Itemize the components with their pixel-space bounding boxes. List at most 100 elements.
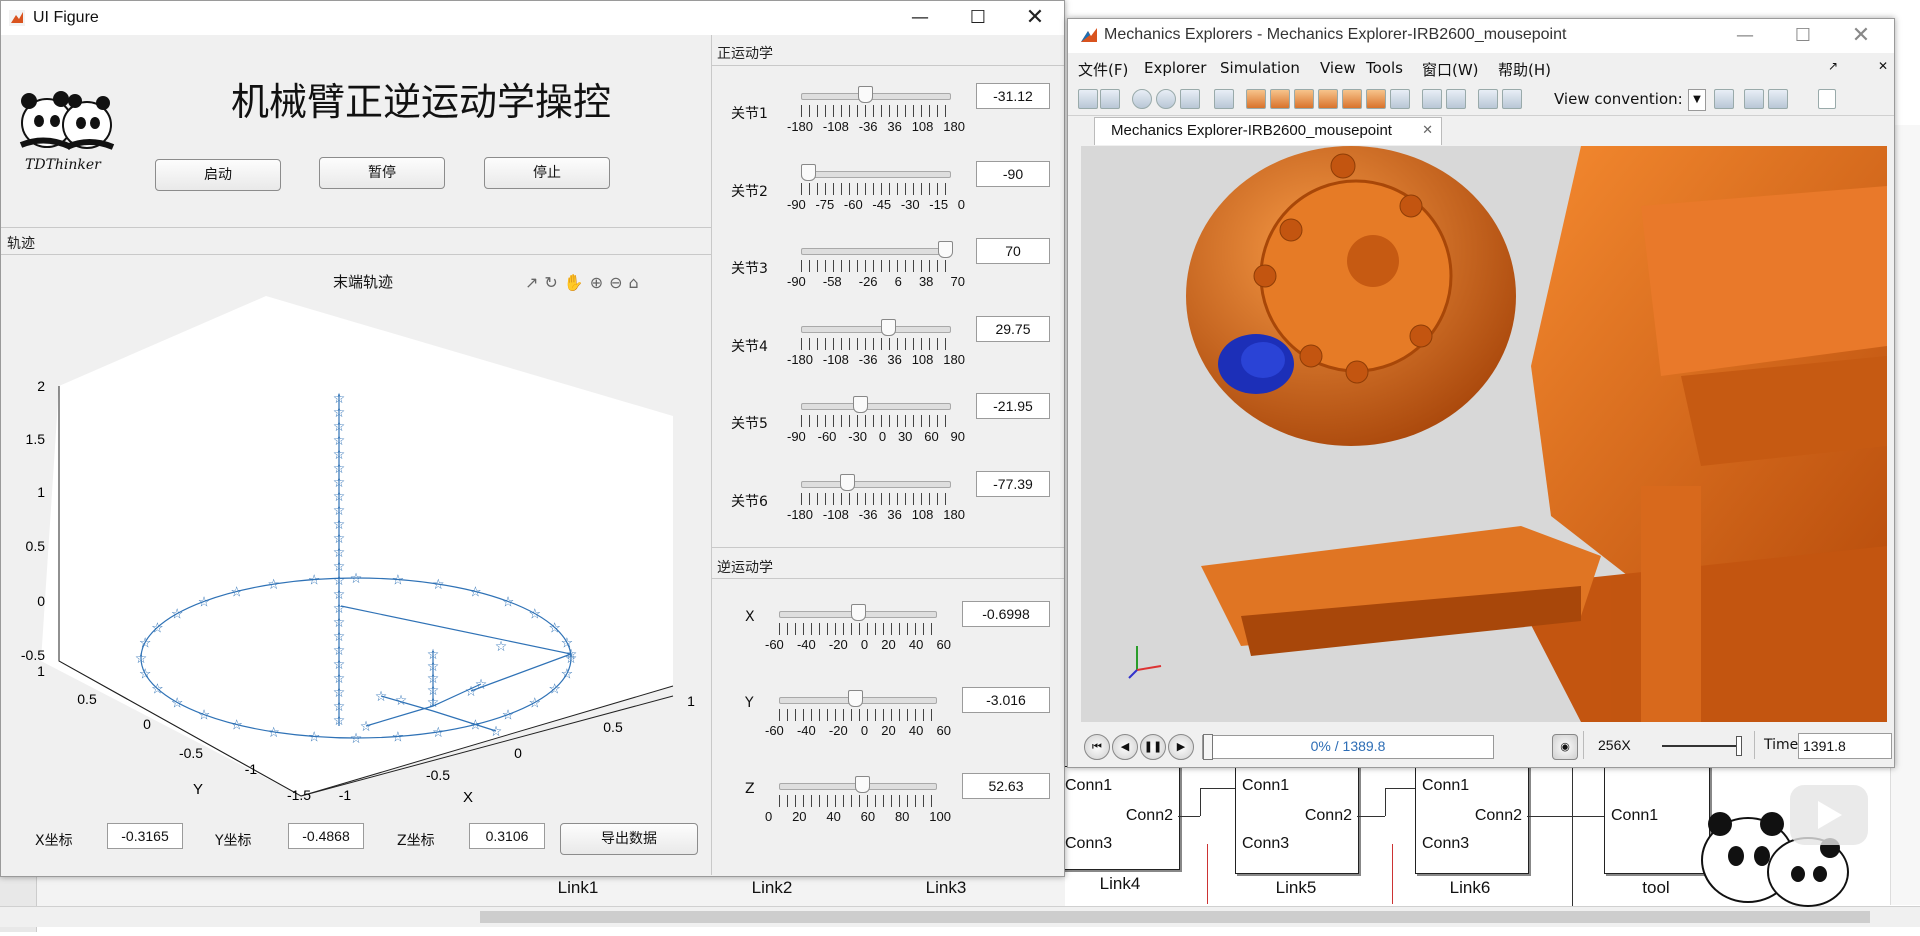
inverse-axis-2-value-field[interactable]: -3.016: [962, 687, 1050, 713]
joint-4-value-field[interactable]: 29.75: [976, 315, 1050, 342]
trajectory-3d-plot[interactable]: 2 1.5 1 0.5 0 -0.5 1 0.5 0 -0.5 -1 -1.5 -1 -0.5 0 0.5…: [1, 286, 711, 816]
joint-3-value-field[interactable]: 70: [976, 238, 1050, 264]
select-icon[interactable]: [1744, 89, 1764, 109]
joint-5-slider[interactable]: -90 -60 -30 0 30 60 90: [787, 396, 965, 447]
joint-5-value-field[interactable]: -21.95: [976, 393, 1050, 419]
slider-thumb[interactable]: [857, 86, 873, 103]
inverse-axis-2-slider[interactable]: -60 -40 -20 0 20 40 60: [765, 690, 951, 741]
record-icon[interactable]: ◉: [1552, 734, 1578, 760]
camera-icon[interactable]: [1768, 89, 1788, 109]
simulink-block-link4[interactable]: Conn1 Conn2 Conn3: [1062, 766, 1180, 870]
close-icon[interactable]: ✕: [1832, 19, 1890, 53]
toolbar-icon[interactable]: [1714, 89, 1734, 109]
close-doc-icon[interactable]: ✕: [1878, 59, 1888, 73]
menu-explorer[interactable]: Explorer: [1144, 59, 1206, 77]
toolbar-icon[interactable]: [1502, 89, 1522, 109]
horizontal-scrollbar[interactable]: [0, 906, 1920, 927]
layout-icon[interactable]: [1422, 89, 1442, 109]
joint-3-slider[interactable]: -90 -58 -26 6 38 70: [787, 241, 965, 292]
slider-track[interactable]: [801, 480, 951, 488]
step-forward-icon[interactable]: ▶: [1168, 734, 1194, 760]
inverse-axis-1-slider[interactable]: -60 -40 -20 0 20 40 60: [765, 604, 951, 655]
joint-6-value-field[interactable]: -77.39: [976, 470, 1050, 497]
playback-progress-bar[interactable]: 0% / 1389.8: [1202, 734, 1494, 760]
pause-button[interactable]: 暂停: [319, 157, 445, 189]
toolbar-icon[interactable]: [1180, 89, 1200, 109]
minimize-icon[interactable]: —: [1716, 19, 1774, 53]
slider-track[interactable]: [801, 248, 951, 255]
slider-track[interactable]: [801, 170, 951, 178]
stop-icon[interactable]: [1156, 89, 1176, 109]
speed-slider-thumb[interactable]: [1736, 736, 1742, 756]
joint-6-slider[interactable]: -180 -108 -36 36 108 180: [787, 473, 965, 525]
maximize-icon[interactable]: ☐: [949, 1, 1007, 35]
simulink-block-link5[interactable]: Conn1 Conn2 Conn3: [1235, 766, 1359, 874]
toolbar-icon[interactable]: [1478, 89, 1498, 109]
toolbar-icon[interactable]: [1100, 89, 1120, 109]
view-convention-dropdown[interactable]: ▼: [1688, 89, 1706, 111]
view-top-icon[interactable]: [1342, 89, 1362, 109]
ui-figure-titlebar: UI Figure — ☐ ✕: [1, 1, 1064, 35]
slider-thumb[interactable]: [880, 318, 896, 336]
export-data-button[interactable]: 导出数据: [560, 823, 698, 855]
scrollbar-thumb[interactable]: [480, 911, 1870, 923]
panel-toggle-icon[interactable]: [1818, 89, 1836, 109]
y-coordinate-field[interactable]: -0.4868: [288, 823, 364, 849]
slider-thumb[interactable]: [850, 604, 866, 621]
menu-tools[interactable]: Tools: [1366, 59, 1403, 77]
tab-close-icon[interactable]: ✕: [1422, 122, 1433, 138]
step-back-icon[interactable]: ◀: [1112, 734, 1138, 760]
tick-label: -40: [796, 723, 816, 738]
slider-track[interactable]: [801, 93, 951, 100]
menu-help[interactable]: 帮助(H): [1498, 59, 1551, 80]
minimize-icon[interactable]: —: [891, 1, 949, 35]
pause-icon[interactable]: [1132, 89, 1152, 109]
view-iso-icon[interactable]: [1390, 89, 1410, 109]
z-coordinate-field[interactable]: 0.3106: [469, 823, 545, 849]
joint-2-value-field[interactable]: -90: [976, 160, 1050, 187]
tick-label: 90: [950, 429, 965, 444]
maximize-icon[interactable]: ☐: [1774, 19, 1832, 53]
undock-icon[interactable]: ↗: [1828, 59, 1838, 73]
inverse-axis-3-slider[interactable]: 0 20 40 60 80 100: [765, 776, 951, 827]
slider-thumb[interactable]: [938, 241, 953, 258]
view-right-icon[interactable]: [1318, 89, 1338, 109]
slider-thumb[interactable]: [852, 396, 868, 413]
slider-thumb[interactable]: [801, 163, 816, 181]
joint-2-label: 关节2: [731, 183, 768, 200]
joint-1-slider[interactable]: -180 -108 -36 36 108 180: [787, 86, 965, 137]
joint-4-slider[interactable]: -180 -108 -36 36 108 180: [787, 318, 965, 370]
inverse-axis-1-value-field[interactable]: -0.6998: [962, 601, 1050, 627]
stop-button[interactable]: 停止: [484, 157, 610, 189]
slider-thumb[interactable]: [847, 690, 863, 707]
view-back-icon[interactable]: [1270, 89, 1290, 109]
x-coordinate-field[interactable]: -0.3165: [107, 823, 183, 849]
joint-1-value-field[interactable]: -31.12: [976, 83, 1050, 109]
time-field[interactable]: 1391.8: [1798, 733, 1892, 759]
toolbar-icon[interactable]: [1078, 89, 1098, 109]
3d-viewport[interactable]: [1081, 146, 1887, 722]
view-front-icon[interactable]: [1246, 89, 1266, 109]
menu-simulation[interactable]: Simulation: [1220, 59, 1300, 77]
layout-single-icon[interactable]: [1446, 89, 1466, 109]
menu-view[interactable]: View: [1320, 59, 1356, 77]
inverse-axis-3-value-field[interactable]: 52.63: [962, 773, 1050, 799]
speed-slider[interactable]: [1662, 736, 1742, 756]
simulink-block-link6[interactable]: Conn1 Conn2 Conn3: [1415, 766, 1529, 874]
start-button[interactable]: 启动: [155, 159, 281, 191]
close-icon[interactable]: ✕: [1006, 1, 1064, 35]
slider-thumb[interactable]: [840, 473, 856, 491]
pause-playback-icon[interactable]: ❚❚: [1140, 734, 1166, 760]
slider-track[interactable]: [801, 403, 951, 410]
joint-2-slider[interactable]: -90 -75 -60 -45 -30 -15 0: [787, 163, 965, 215]
view-bottom-icon[interactable]: [1366, 89, 1386, 109]
slider-thumb[interactable]: [855, 776, 871, 793]
view-left-icon[interactable]: [1294, 89, 1314, 109]
skip-back-icon[interactable]: ⏮: [1084, 734, 1110, 760]
video-play-overlay-icon[interactable]: [1790, 785, 1868, 845]
menu-window[interactable]: 窗口(W): [1422, 59, 1479, 80]
tab-mechanics-explorer[interactable]: Mechanics Explorer-IRB2600_mousepoint ✕: [1094, 117, 1442, 145]
slider-track[interactable]: [801, 325, 951, 333]
menu-file[interactable]: 文件(F): [1078, 59, 1128, 80]
zoom-fit-icon[interactable]: [1214, 89, 1234, 109]
